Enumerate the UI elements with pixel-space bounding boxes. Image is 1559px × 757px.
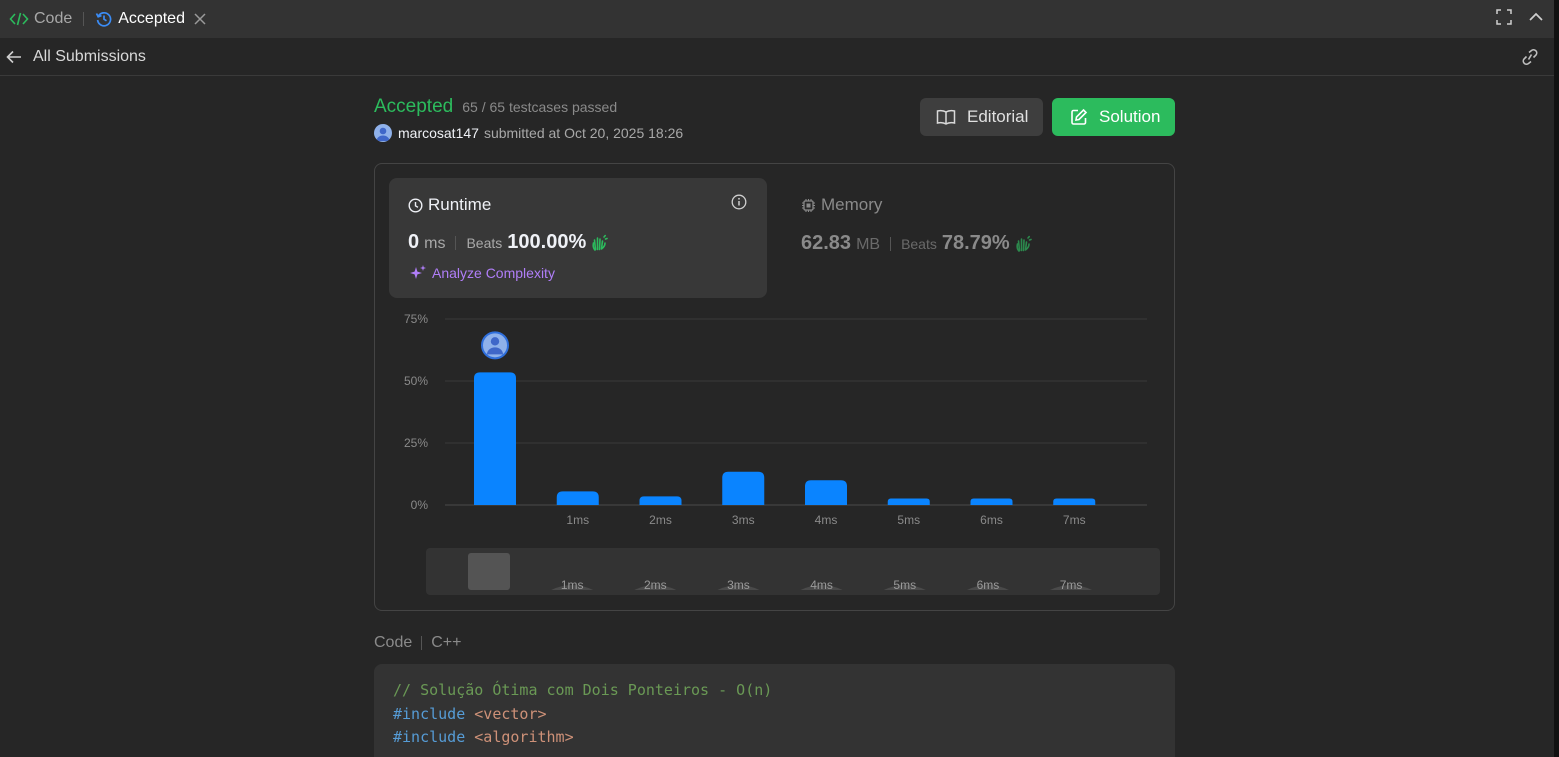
submitted-time: submitted at Oct 20, 2025 18:26 — [483, 125, 684, 141]
x-tick-label: 4ms — [815, 513, 838, 527]
overview-tick-label: 3ms — [727, 578, 750, 592]
solution-button[interactable]: Solution — [1052, 98, 1175, 136]
code-keyword: #include — [393, 728, 466, 746]
y-tick-label: 75% — [404, 312, 428, 326]
x-tick-label: 6ms — [980, 513, 1003, 527]
code-include-arg: <vector> — [474, 704, 547, 723]
fullscreen-icon[interactable] — [1496, 8, 1512, 30]
overview-window — [468, 553, 510, 590]
submission-panel: Code Accepted All Submissions Accepted 6… — [0, 0, 1554, 757]
user-marker-head — [490, 337, 500, 346]
code-header: Code C++ — [374, 634, 462, 652]
arrow-left-icon — [6, 50, 22, 64]
tab-accepted-label: Accepted — [118, 10, 185, 27]
overview-tick-label: 1ms — [561, 578, 584, 592]
y-tick-label: 0% — [411, 498, 429, 512]
code-comment: // Solução Ótima com Dois Ponteiros - O(… — [393, 681, 773, 699]
all-submissions-label: All Submissions — [33, 47, 146, 65]
close-icon[interactable] — [194, 13, 206, 25]
submission-byline: marcosat147 submitted at Oct 20, 2025 18… — [374, 124, 683, 142]
x-tick-label: 5ms — [897, 513, 920, 527]
overview-tick-label: 4ms — [810, 578, 833, 592]
code-icon — [9, 11, 29, 27]
link-icon[interactable] — [1520, 48, 1540, 71]
x-tick-label: 3ms — [732, 513, 755, 527]
overview-tick-label: 6ms — [977, 578, 1000, 592]
chart-bar — [474, 372, 516, 505]
code-block[interactable]: // Solução Ótima com Dois Ponteiros - O(… — [374, 664, 1175, 757]
runtime-distribution-chart: 0% 25% 50% 75% 1ms 2ms 3ms 4ms 5ms 6ms 7ms 1ms 2ms 3m… — [404, 312, 1160, 595]
tab-code[interactable]: Code — [0, 0, 72, 38]
testcases-passed: 65 / 65 testcases passed — [462, 99, 618, 115]
chart-bar — [639, 496, 682, 505]
window-edge — [1554, 0, 1559, 757]
edit-icon — [1070, 108, 1088, 126]
code-header-divider — [421, 636, 423, 650]
status-accepted: Accepted — [374, 96, 454, 117]
history-icon — [95, 10, 113, 28]
x-tick-label: 2ms — [649, 513, 672, 527]
y-tick-label: 50% — [404, 374, 428, 388]
performance-panel: Runtime 0 ms Beats 100.00% Analyze Compl… — [374, 163, 1175, 611]
chart-bar — [970, 498, 1013, 505]
chart-bar — [805, 480, 847, 505]
code-line: #include <vector> — [393, 703, 1156, 727]
tabbar-actions — [1496, 0, 1544, 38]
submission-subbar: All Submissions — [0, 38, 1554, 76]
book-icon — [936, 109, 956, 125]
chart-bar — [887, 498, 930, 505]
tab-accepted[interactable]: Accepted — [95, 0, 206, 38]
code-line: #include <algorithm> — [393, 726, 1156, 750]
username-link[interactable]: marcosat147 — [398, 125, 479, 141]
chart-bar — [722, 471, 765, 505]
tab-bar: Code Accepted — [0, 0, 1554, 38]
chart-bar — [1053, 498, 1096, 505]
code-label: Code — [374, 634, 413, 651]
code-line: // Solução Ótima com Dois Ponteiros - O(… — [393, 679, 1156, 703]
editorial-button[interactable]: Editorial — [920, 98, 1043, 136]
tab-code-label: Code — [34, 10, 73, 27]
y-tick-label: 25% — [404, 436, 428, 450]
chart-overview — [426, 548, 1160, 595]
submission-status: Accepted 65 / 65 testcases passed — [374, 96, 617, 118]
avatar[interactable] — [374, 124, 392, 142]
overview-tick-label: 7ms — [1060, 578, 1083, 592]
x-tick-label: 7ms — [1063, 513, 1086, 527]
chevron-up-icon[interactable] — [1528, 9, 1544, 30]
code-language: C++ — [431, 634, 462, 651]
x-tick-label: 1ms — [566, 513, 589, 527]
editorial-label: Editorial — [967, 107, 1029, 126]
overview-tick-label: 2ms — [644, 578, 667, 592]
overview-tick-label: 5ms — [893, 578, 916, 592]
tab-divider — [83, 12, 85, 26]
chart-bar — [556, 491, 599, 505]
code-keyword: #include — [393, 704, 466, 723]
all-submissions-link[interactable]: All Submissions — [6, 48, 146, 66]
code-include-arg: <algorithm> — [474, 728, 574, 746]
solution-label: Solution — [1099, 107, 1161, 126]
